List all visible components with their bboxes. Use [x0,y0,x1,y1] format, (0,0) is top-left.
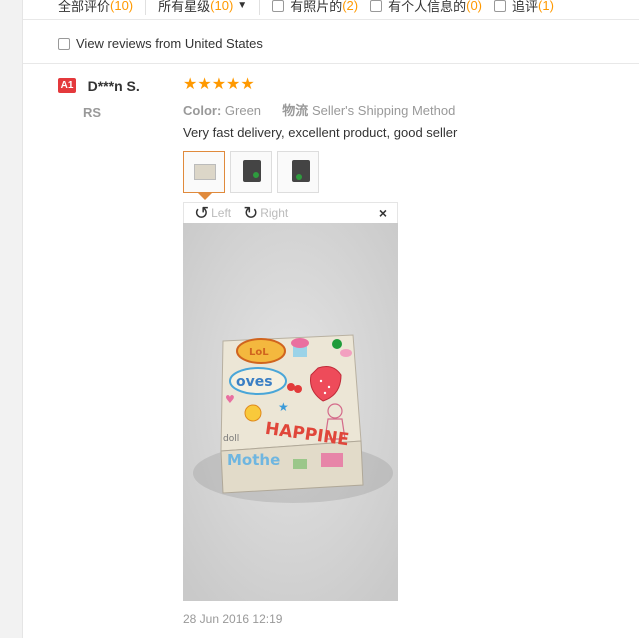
svg-text:♥: ♥ [225,393,235,406]
review-attributes: Color: Green 物流 Seller's Shipping Method [183,100,455,119]
thumbnail-pointer [198,193,212,200]
svg-text:★: ★ [278,400,289,414]
gift-box-photo: LoL oves ★ ♥ HAPPINE doll Mothe [183,223,398,601]
reviewer-name: D***n S. [87,77,140,94]
follow-up-checkbox[interactable] [494,0,506,12]
logistics-value: Seller's Shipping Method [311,103,456,118]
rotate-right-icon: ↻ [243,203,259,223]
follow-up-label: 追评 [512,0,539,14]
country-checkbox[interactable] [58,37,70,50]
with-photos-label: 有照片的 [290,0,343,14]
rotate-right-label: Right [260,206,289,220]
rating-stars: ★★★★★ [183,76,255,93]
country-filter-label: View reviews from United States [76,36,263,51]
photo-thumbnails [183,151,324,193]
star-filter-count: (10) [210,0,234,13]
review-date: 28 Jun 2016 12:19 [183,612,283,626]
reviewer-level-badge: A1 [58,78,76,94]
filter-row: 全部评价 (10) 所有星级 (10) ▼ 有照片的 (2) 有个人信息的 (0… [23,0,639,20]
rotate-right-button[interactable]: ↻ Right [243,204,288,222]
with-info-checkbox[interactable] [370,0,383,12]
logistics-label: 物流 [282,103,309,118]
with-info-count: (0) [466,0,482,13]
follow-up-count: (1) [538,0,554,13]
reviewer-country: RS [83,105,102,120]
svg-text:doll: doll [223,434,239,444]
star-filter-label: 所有星级 [158,0,211,14]
rotate-left-icon: ↺ [194,203,210,223]
color-value: Green [224,103,262,118]
review-photo[interactable]: LoL oves ★ ♥ HAPPINE doll Mothe [183,223,398,601]
country-filter-row[interactable]: View reviews from United States [23,24,639,64]
svg-text:Mothe: Mothe [227,451,280,469]
with-photos-checkbox[interactable] [272,0,285,12]
svg-text:LoL: LoL [249,347,269,358]
star-filter-select[interactable]: 所有星级 (10) ▼ [146,0,259,20]
photo-viewer-toolbar: ↺ Left ↻ Right × [183,202,398,224]
photo-thumbnail[interactable] [183,151,225,193]
filter-all-label: 全部评价 [58,0,111,14]
svg-text:oves: oves [236,374,273,390]
with-info-label: 有个人信息的 [388,0,467,14]
filter-with-photos[interactable]: 有照片的 (2) [260,0,370,20]
close-icon[interactable]: × [379,205,387,221]
reviewer-info: A1 D***n S. RS [58,77,140,120]
review-text: Very fast delivery, excellent product, g… [183,125,458,140]
rotate-left-button[interactable]: ↺ Left [194,204,231,222]
rotate-left-label: Left [211,206,232,220]
filter-all-count: (10) [110,0,134,13]
filter-with-info[interactable]: 有个人信息的 (0) [370,0,494,20]
with-photos-count: (2) [342,0,359,13]
filter-all-reviews[interactable]: 全部评价 (10) [23,0,145,20]
photo-thumbnail[interactable] [277,151,319,193]
filter-follow-up[interactable]: 追评 (1) [494,0,554,20]
color-label: Color: [183,103,222,118]
reviews-panel: 全部评价 (10) 所有星级 (10) ▼ 有照片的 (2) 有个人信息的 (0… [22,0,639,638]
photo-thumbnail[interactable] [230,151,272,193]
chevron-down-icon: ▼ [237,0,248,11]
